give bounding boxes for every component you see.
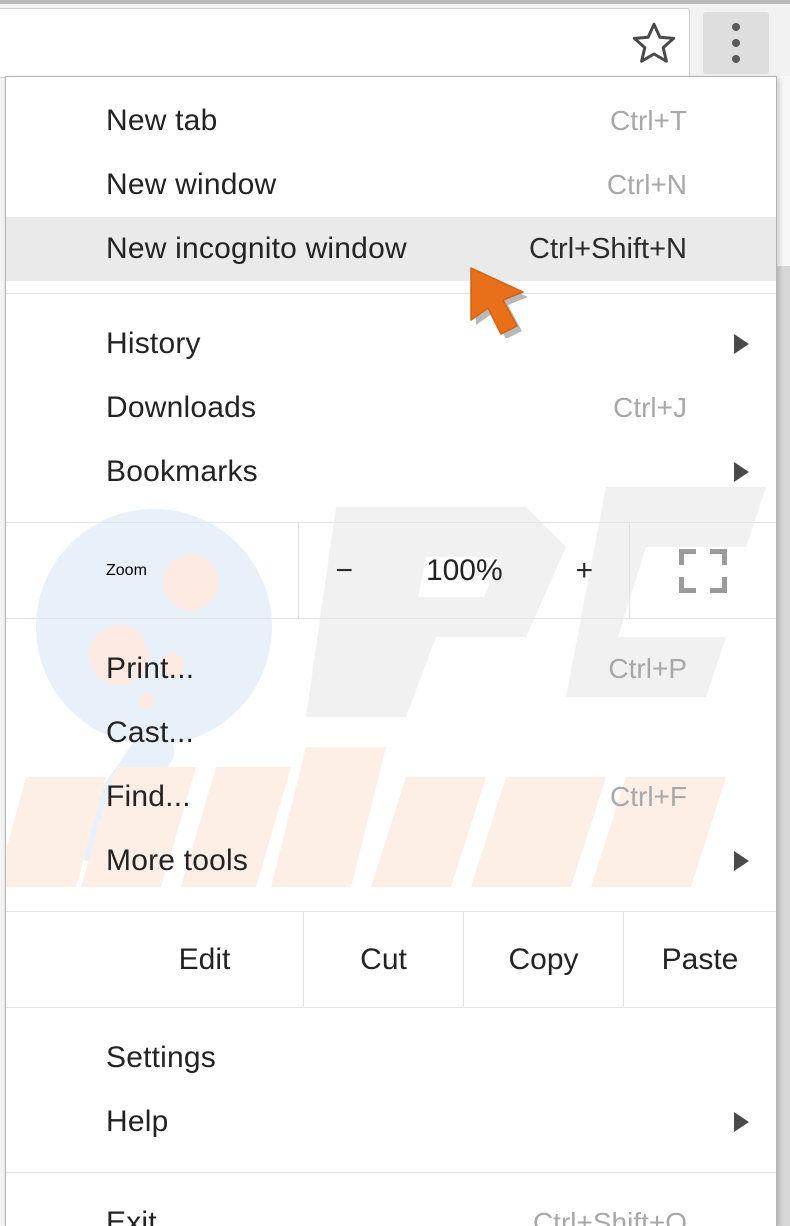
menu-dot-middle [732, 39, 740, 47]
edit-row: Edit Cut Copy Paste [6, 912, 776, 1007]
menu-dot-top [732, 23, 740, 31]
menu-item-shortcut: Ctrl+Shift+N [529, 232, 687, 265]
menu-item-help[interactable]: Help [6, 1090, 776, 1154]
menu-item-shortcut: Ctrl+Shift+Q [532, 1207, 687, 1226]
chrome-main-menu: New tab Ctrl+T New window Ctrl+N New inc… [5, 76, 777, 1226]
zoom-in-button[interactable]: + [539, 554, 629, 588]
browser-toolbar [0, 0, 790, 78]
menu-item-bookmarks[interactable]: Bookmarks [6, 440, 776, 504]
menu-item-label: New incognito window [106, 232, 407, 265]
chevron-right-icon [734, 851, 749, 871]
zoom-row: Zoom − 100% + [6, 523, 776, 618]
menu-item-new-tab[interactable]: New tab Ctrl+T [6, 89, 776, 153]
menu-item-shortcut: Ctrl+P [608, 653, 687, 684]
menu-item-shortcut: Ctrl+J [613, 392, 687, 423]
zoom-label: Zoom [106, 561, 147, 579]
menu-item-cast[interactable]: Cast... [6, 701, 776, 765]
menu-item-label: Bookmarks [106, 455, 258, 488]
menu-item-label: Find... [106, 780, 191, 813]
menu-item-shortcut: Ctrl+T [610, 105, 687, 136]
chevron-right-icon [734, 462, 749, 482]
fullscreen-button[interactable] [630, 523, 776, 618]
chevron-right-icon [734, 334, 749, 354]
address-bar[interactable] [0, 8, 690, 78]
menu-item-more-tools[interactable]: More tools [6, 829, 776, 893]
menu-item-label: Exit [106, 1206, 157, 1226]
menu-item-history[interactable]: History [6, 312, 776, 376]
zoom-controls: − 100% + [298, 523, 631, 618]
menu-item-find[interactable]: Find... Ctrl+F [6, 765, 776, 829]
menu-item-print[interactable]: Print... Ctrl+P [6, 637, 776, 701]
chevron-right-icon [734, 1112, 749, 1132]
browser-window: New tab Ctrl+T New window Ctrl+N New inc… [0, 0, 790, 1226]
zoom-label-cell: Zoom [6, 523, 298, 618]
cut-button[interactable]: Cut [303, 912, 463, 1007]
menu-content: New tab Ctrl+T New window Ctrl+N New inc… [6, 77, 776, 1226]
menu-item-shortcut: Ctrl+F [610, 781, 687, 812]
menu-item-settings[interactable]: Settings [6, 1026, 776, 1090]
bookmark-star-icon[interactable] [627, 16, 681, 70]
menu-item-label: More tools [106, 844, 249, 877]
menu-item-label: History [106, 327, 201, 360]
menu-item-label: New window [106, 168, 277, 201]
menu-item-downloads[interactable]: Downloads Ctrl+J [6, 376, 776, 440]
fullscreen-icon [679, 548, 728, 593]
paste-button[interactable]: Paste [623, 912, 776, 1007]
menu-dot-bottom [732, 55, 740, 63]
menu-shadow-strip-light [777, 76, 790, 266]
zoom-out-button[interactable]: − [299, 554, 389, 588]
edit-label: Edit [178, 942, 231, 976]
menu-item-new-window[interactable]: New window Ctrl+N [6, 153, 776, 217]
menu-item-label: Settings [106, 1041, 216, 1074]
menu-item-label: New tab [106, 104, 218, 137]
menu-item-new-incognito-window[interactable]: New incognito window Ctrl+Shift+N [6, 217, 776, 281]
menu-item-label: Cast... [106, 716, 195, 749]
menu-item-label: Help [106, 1105, 169, 1138]
menu-item-label: Print... [106, 652, 195, 685]
zoom-level-value: 100% [425, 553, 503, 587]
menu-item-label: Downloads [106, 391, 257, 424]
menu-item-exit[interactable]: Exit Ctrl+Shift+Q [6, 1191, 776, 1226]
menu-item-shortcut: Ctrl+N [606, 169, 687, 200]
chrome-menu-button[interactable] [703, 12, 769, 74]
copy-button[interactable]: Copy [463, 912, 623, 1007]
